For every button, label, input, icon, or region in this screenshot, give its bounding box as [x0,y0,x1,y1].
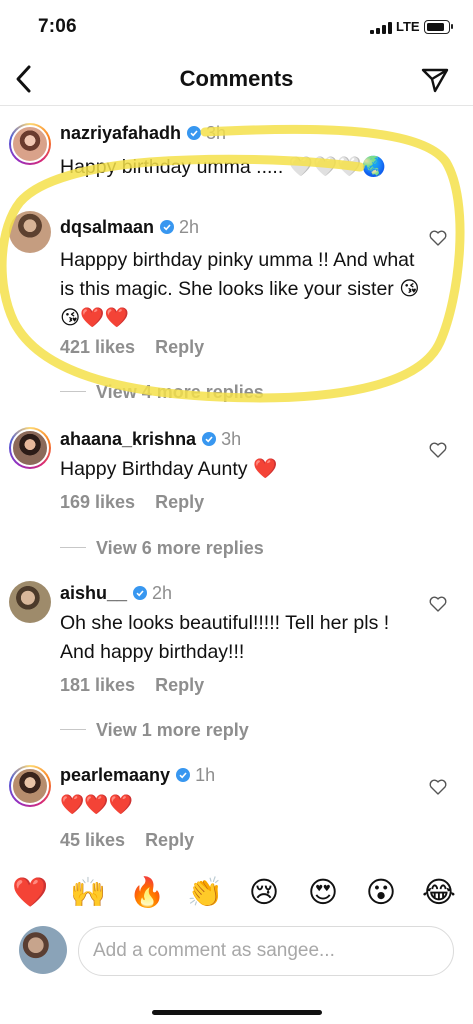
like-heart-icon[interactable] [429,779,447,795]
comment-username[interactable]: dqsalmaan 2h [60,217,199,238]
reply-button[interactable]: Reply [155,337,204,357]
avatar[interactable] [9,427,51,469]
avatar[interactable] [9,765,51,807]
reply-button[interactable]: Reply [145,830,194,850]
current-user-avatar [19,926,67,974]
verified-badge-icon [187,126,202,140]
status-time: 7:06 [38,16,77,37]
avatar[interactable] [9,211,51,253]
comment-meta: 45 likes Reply [60,830,194,851]
reply-button[interactable]: Reply [155,675,204,695]
view-replies-link[interactable]: View 6 more replies [60,538,264,559]
reaction-clap[interactable]: 👏 [186,874,224,912]
page-title: Comments [179,66,294,91]
header: Comments [0,52,473,106]
comment-username[interactable]: ahaana_krishna 3h [60,429,241,450]
verified-badge-icon [176,768,191,782]
view-replies-link[interactable]: View 4 more replies [60,382,264,403]
comment-username[interactable]: pearlemaany 1h [60,765,215,786]
comment-text: Happy Birthday Aunty ❤️ [60,458,278,480]
likes-count[interactable]: 169 likes [60,492,135,512]
reply-button[interactable]: Reply [155,492,204,512]
like-heart-icon[interactable] [429,442,447,458]
comment-text: ❤️❤️❤️ [60,794,133,816]
comment-meta: 181 likes Reply [60,675,204,696]
comment-composer [0,924,473,980]
reaction-fire[interactable]: 🔥 [128,874,166,912]
comment-username[interactable]: nazriyafahadh 3h [60,123,226,144]
verified-badge-icon [202,432,217,446]
comment-meta: 421 likes Reply [60,337,204,358]
like-heart-icon[interactable] [429,230,447,246]
battery-icon [424,20,453,34]
comment-text: Happy birthday umma ..... 🤍🤍🤍🌏 [60,156,386,178]
reaction-laughing[interactable]: 😂 [420,874,458,912]
reaction-heart-eyes[interactable]: 😍 [304,874,342,912]
comment-meta: 169 likes Reply [60,492,204,513]
status-bar: 7:06 LTE [0,0,473,52]
reaction-raised-hands[interactable]: 🙌 [69,874,107,912]
network-type: LTE [396,19,420,34]
like-heart-icon[interactable] [429,596,447,612]
home-indicator[interactable] [152,1010,322,1015]
comment-text: Oh she looks beautiful!!!!! Tell her pls… [60,612,390,663]
battery-level [426,22,444,31]
likes-count[interactable]: 45 likes [60,830,125,850]
signal-icon [370,22,392,34]
comments-list[interactable]: nazriyafahadh 3h Happy birthday umma ....… [0,107,473,864]
reaction-surprised[interactable]: 😮 [362,874,400,912]
reaction-heart[interactable]: ❤️ [11,874,49,912]
comment-text: Happpy birthday pinky umma !! And what i… [60,249,420,329]
verified-badge-icon [133,586,148,600]
comment-input[interactable] [78,926,454,976]
avatar[interactable] [9,581,51,623]
reaction-bar: ❤️ 🙌 🔥 👏 😢 😍 😮 😂 [0,866,473,922]
reaction-crying[interactable]: 😢 [245,874,283,912]
comment-username[interactable]: aishu__ 2h [60,583,172,604]
avatar[interactable] [9,123,51,165]
likes-count[interactable]: 421 likes [60,337,135,357]
send-icon[interactable] [420,65,450,95]
view-replies-link[interactable]: View 1 more reply [60,720,249,741]
likes-count[interactable]: 181 likes [60,675,135,695]
verified-badge-icon [160,220,175,234]
